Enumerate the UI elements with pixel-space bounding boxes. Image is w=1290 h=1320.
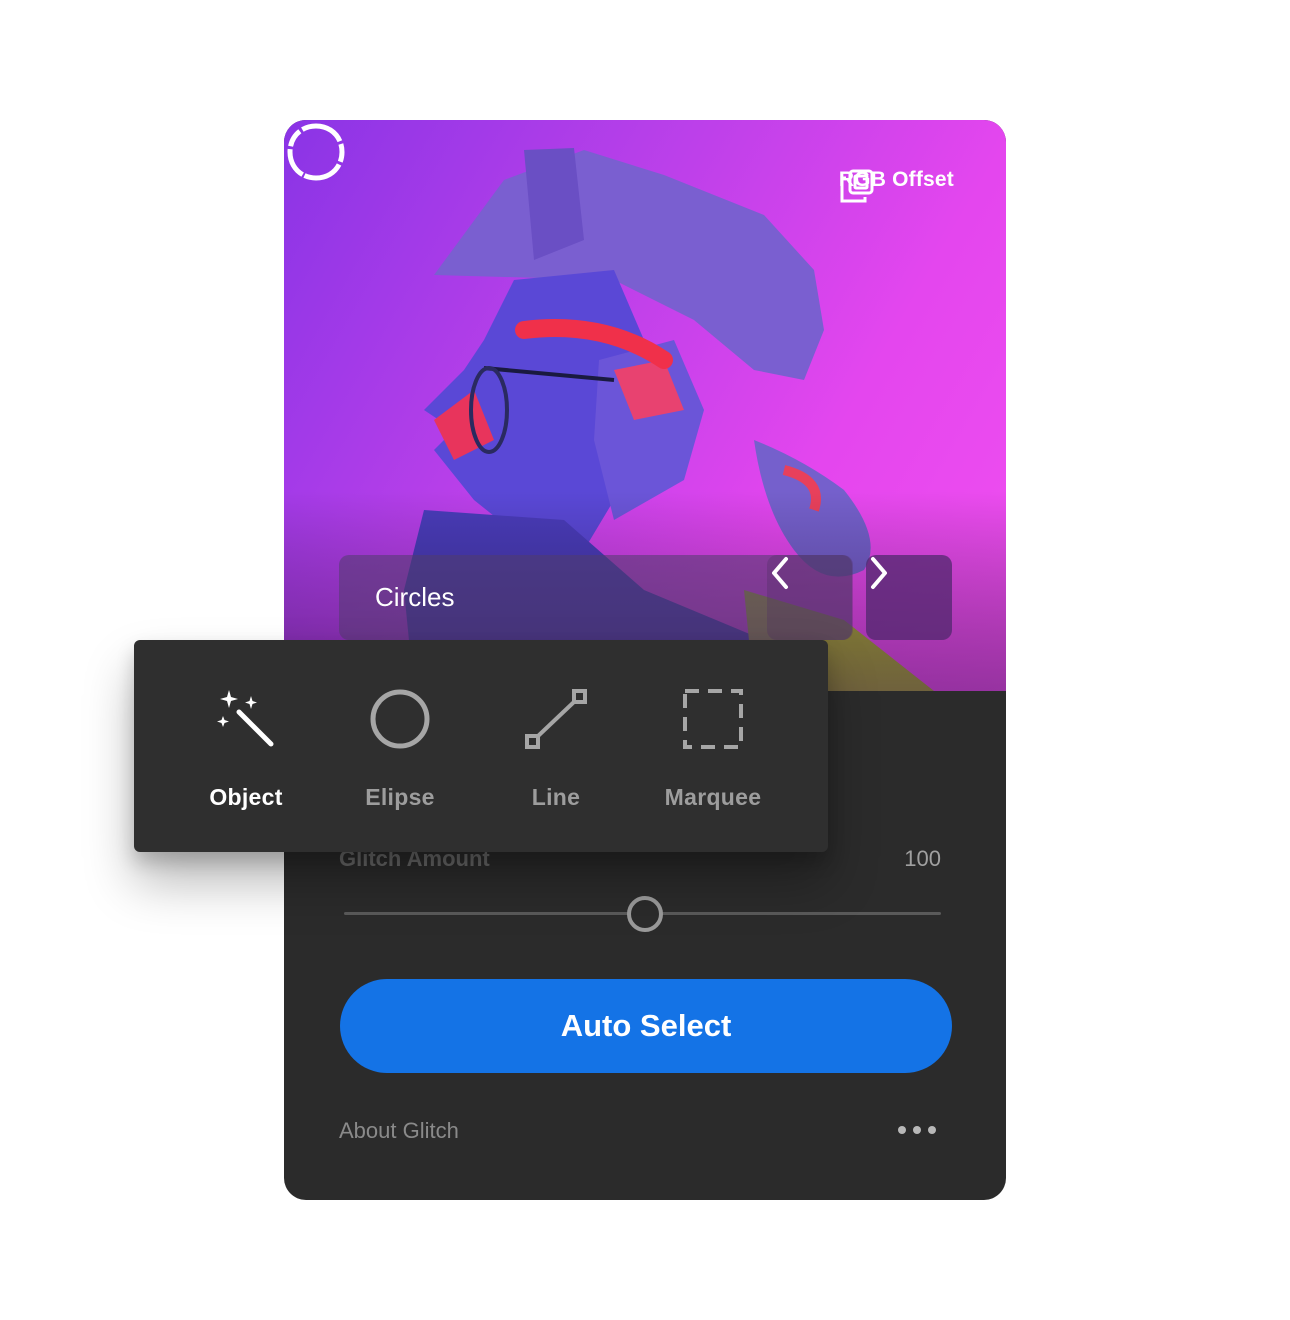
chevron-left-icon [772,557,788,589]
preset-label: Circles [375,582,455,612]
next-preset-button[interactable] [866,555,952,640]
tool-line-label: Line [531,784,581,810]
previous-preset-button[interactable] [767,555,853,640]
marquee-icon [683,689,743,749]
tool-object-label: Object [209,784,283,810]
tool-marquee[interactable]: Marquee [638,684,788,814]
tool-marquee-label: Marquee [664,784,762,810]
slider-thumb[interactable] [627,896,663,932]
rough-circle-icon [287,123,345,181]
preview-image: RGB Offset Circles [284,120,1006,691]
magic-wand-icon [217,690,274,747]
ellipse-icon [370,689,430,749]
glitch-amount-value: 100 [904,846,941,871]
line-icon [525,689,587,749]
about-glitch-link[interactable]: About Glitch [339,1118,459,1144]
tool-ellipse[interactable]: Elipse [325,684,475,814]
layers-copy-icon [840,169,874,203]
rgb-offset-button[interactable]: RGB Offset [839,168,954,203]
selection-tool-popover: Object Elipse Line Marquee [134,640,828,852]
chevron-right-icon [871,557,887,589]
tool-object[interactable]: Object [171,684,321,814]
auto-select-button[interactable]: Auto Select [340,979,952,1073]
more-horizontal-icon[interactable] [898,1120,936,1140]
tool-ellipse-label: Elipse [365,784,435,810]
tool-line[interactable]: Line [481,684,631,814]
